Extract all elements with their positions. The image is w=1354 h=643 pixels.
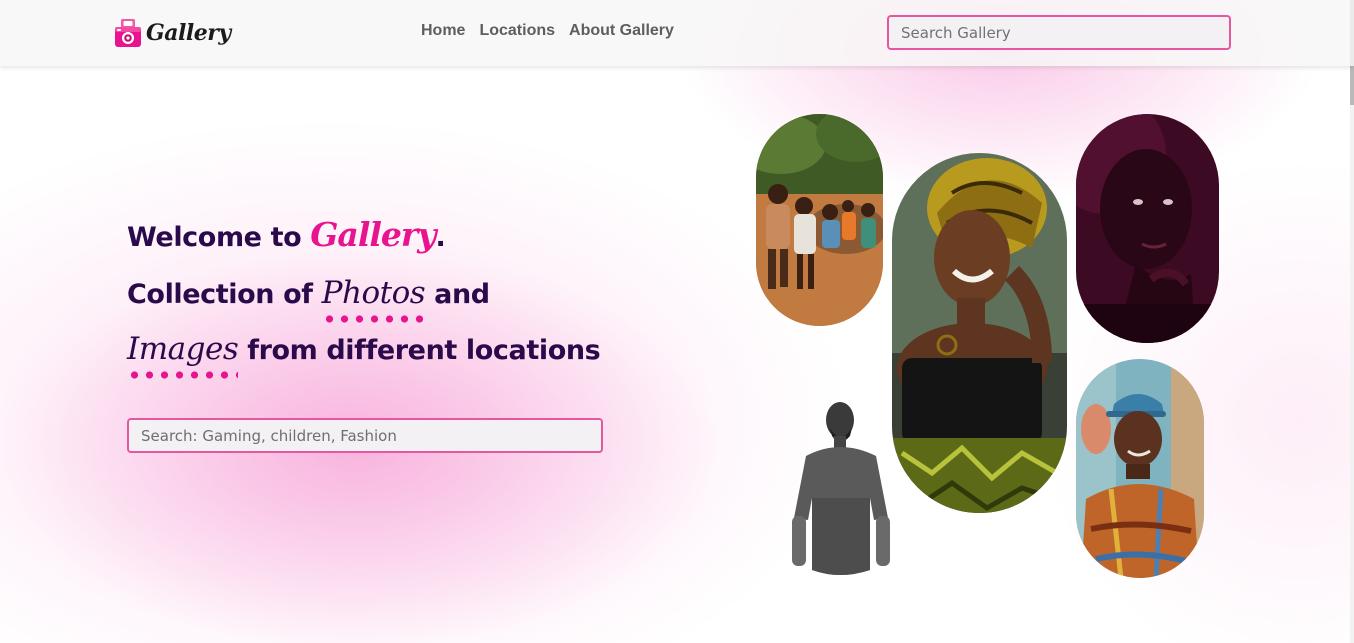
scrollbar[interactable] (1350, 0, 1354, 643)
hero-line-2: Collection of Photos and (127, 275, 490, 323)
navbar: Gallery Home Locations About Gallery (0, 0, 1354, 66)
dotted-underline (127, 371, 239, 379)
hero-images-label: Images (127, 331, 239, 367)
hero-line-2-suffix: and (425, 279, 490, 310)
nav-links: Home Locations About Gallery (421, 22, 674, 40)
hero-line-1-prefix: Welcome to (127, 222, 311, 253)
nav-link-home[interactable]: Home (421, 22, 465, 40)
nav-link-locations[interactable]: Locations (479, 22, 555, 40)
nav-link-about-gallery[interactable]: About Gallery (569, 22, 674, 40)
brand-logo[interactable]: Gallery (114, 16, 231, 50)
hero-line-2-prefix: Collection of (127, 279, 322, 310)
hero-photos-word: Photos (321, 275, 426, 323)
page: Gallery Home Locations About Gallery Wel… (0, 0, 1354, 643)
photo-woman-headwrap (892, 153, 1067, 513)
hero-line-3-suffix: from different locations (238, 335, 601, 366)
hero-search-input[interactable] (127, 418, 603, 453)
camera-icon (115, 19, 141, 47)
hero-line-3: Images from different locations (127, 331, 601, 379)
photo-man-tshirt (792, 398, 892, 580)
hero-photos-label: Photos (321, 275, 426, 311)
hero-brand-word: Gallery (310, 215, 436, 254)
nav-search-input[interactable] (887, 15, 1231, 50)
photo-children-running (756, 114, 883, 326)
photo-man-cap (1076, 359, 1204, 578)
photo-portrait-woman (1076, 114, 1219, 343)
hero-line-1-suffix: . (435, 222, 446, 253)
hero-line-1: Welcome to Gallery. (127, 215, 446, 254)
dotted-underline (321, 315, 426, 323)
brand-name: Gallery (146, 20, 231, 46)
hero-images-word: Images (127, 331, 239, 379)
